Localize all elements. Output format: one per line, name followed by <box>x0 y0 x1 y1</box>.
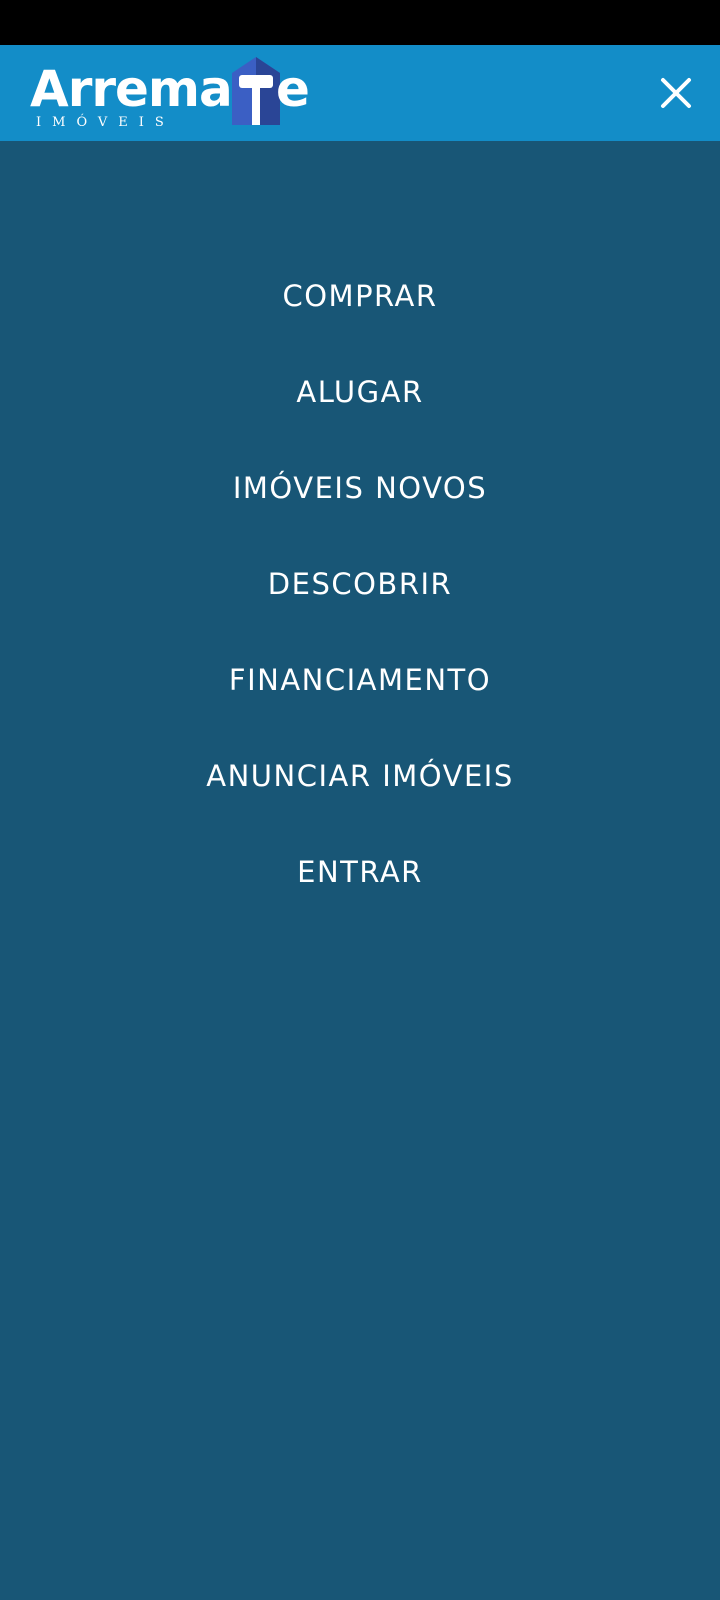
menu-list: COMPRAR ALUGAR IMÓVEIS NOVOS DESCOBRIR F… <box>0 248 720 920</box>
house-gavel-icon <box>232 57 280 125</box>
menu-link-comprar[interactable]: COMPRAR <box>282 279 437 313</box>
menu-item-entrar: ENTRAR <box>0 824 720 920</box>
logo-wordmark-end: e <box>276 60 310 118</box>
brand-logo[interactable]: Arrema e IMÓVEIS <box>30 51 310 135</box>
logo-wordmark-start: Arrema <box>30 60 233 118</box>
status-bar <box>0 0 720 45</box>
menu-item-alugar: ALUGAR <box>0 344 720 440</box>
menu-item-imoveis-novos: IMÓVEIS NOVOS <box>0 440 720 536</box>
menu-link-entrar[interactable]: ENTRAR <box>297 855 423 889</box>
app-header: Arrema e IMÓVEIS <box>0 45 720 141</box>
menu-link-financiamento[interactable]: FINANCIAMENTO <box>229 663 491 697</box>
logo-subtitle: IMÓVEIS <box>36 115 175 130</box>
menu-item-financiamento: FINANCIAMENTO <box>0 632 720 728</box>
menu-link-alugar[interactable]: ALUGAR <box>296 375 423 409</box>
menu-item-anunciar-imoveis: ANUNCIAR IMÓVEIS <box>0 728 720 824</box>
menu-item-descobrir: DESCOBRIR <box>0 536 720 632</box>
close-menu-button[interactable] <box>656 73 696 113</box>
menu-item-comprar: COMPRAR <box>0 248 720 344</box>
close-icon <box>661 78 691 108</box>
menu-link-anunciar-imoveis[interactable]: ANUNCIAR IMÓVEIS <box>206 759 513 793</box>
menu-link-descobrir[interactable]: DESCOBRIR <box>268 567 452 601</box>
menu-link-imoveis-novos[interactable]: IMÓVEIS NOVOS <box>233 471 487 505</box>
